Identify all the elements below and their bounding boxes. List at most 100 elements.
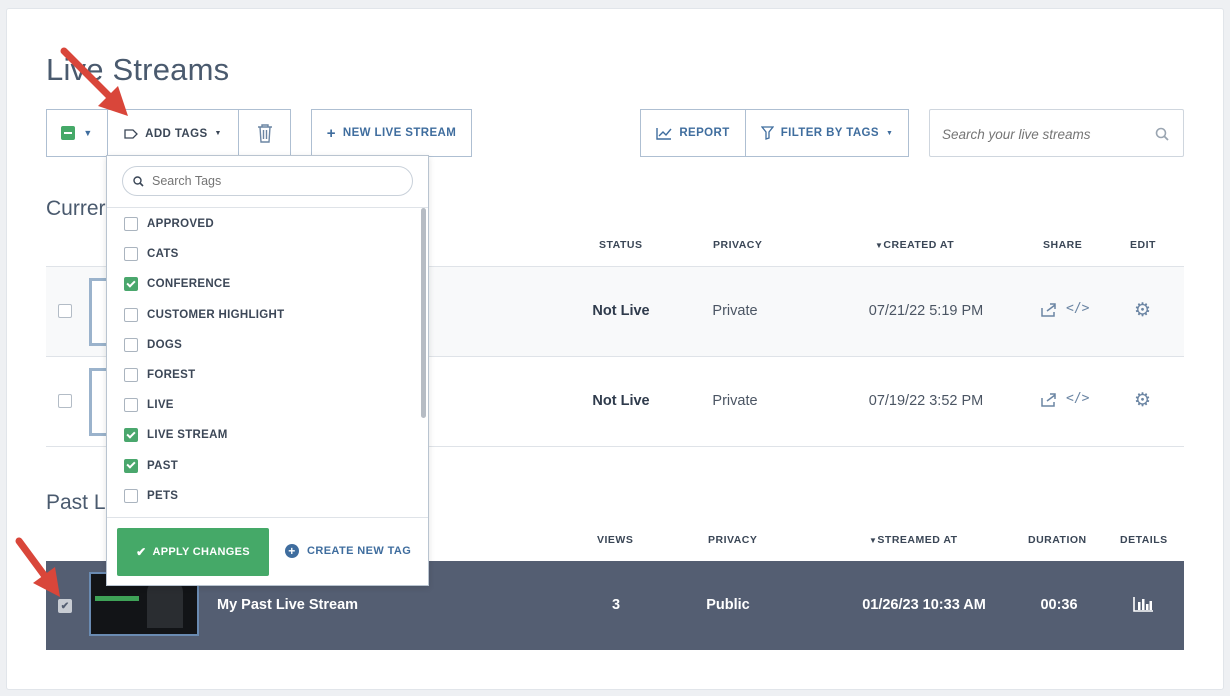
streamed-at-header[interactable]: ▼STREAMED AT bbox=[869, 534, 958, 546]
tag-option[interactable]: CUSTOMER HIGHLIGHT bbox=[124, 307, 285, 322]
tag-option[interactable]: CATS bbox=[124, 247, 179, 262]
tag-option[interactable]: APPROVED bbox=[124, 217, 214, 231]
tag-checkbox[interactable] bbox=[124, 398, 138, 413]
tag-label: APPROVED bbox=[147, 218, 214, 230]
new-live-stream-button[interactable]: + NEW LIVE STREAM bbox=[311, 109, 472, 157]
filter-by-tags-label: FILTER BY TAGS bbox=[780, 127, 879, 139]
bar-chart-icon[interactable] bbox=[1133, 596, 1154, 612]
gear-icon[interactable]: ⚙ bbox=[1134, 389, 1151, 412]
row-status: Not Live bbox=[592, 303, 650, 319]
share-header: SHARE bbox=[1043, 239, 1083, 251]
tag-option[interactable]: PAST bbox=[124, 458, 179, 473]
edit-header: EDIT bbox=[1130, 239, 1156, 251]
divider bbox=[107, 517, 428, 518]
status-header: STATUS bbox=[599, 239, 643, 251]
row-stream-name[interactable]: My Past Live Stream bbox=[217, 597, 358, 613]
check-icon: ✔ bbox=[136, 545, 147, 559]
gear-icon[interactable]: ⚙ bbox=[1134, 299, 1151, 322]
tag-option[interactable]: CONFERENCE bbox=[124, 277, 231, 292]
search-icon bbox=[133, 175, 144, 187]
add-tags-button[interactable]: ADD TAGS ▼ bbox=[107, 109, 239, 157]
created-at-header[interactable]: ▼CREATED AT bbox=[875, 239, 954, 251]
tag-label: LIVE STREAM bbox=[147, 429, 228, 442]
tag-checkbox[interactable] bbox=[124, 217, 138, 231]
tag-search-input[interactable] bbox=[152, 174, 392, 188]
apply-changes-label: APPLY CHANGES bbox=[152, 546, 250, 558]
row-checkbox[interactable] bbox=[58, 304, 72, 318]
tag-checkbox-checked[interactable] bbox=[124, 428, 138, 443]
funnel-icon bbox=[760, 126, 774, 140]
row-checkbox[interactable] bbox=[58, 394, 72, 408]
details-header: DETAILS bbox=[1120, 534, 1168, 546]
bulk-select-button[interactable]: ▼ bbox=[46, 109, 108, 157]
tag-label: CONFERENCE bbox=[147, 278, 231, 291]
row-status: Not Live bbox=[592, 393, 650, 409]
caret-down-icon: ▼ bbox=[885, 129, 894, 137]
stream-search-input[interactable] bbox=[942, 123, 1142, 145]
row-privacy: Private bbox=[712, 393, 758, 409]
check-icon: ✔ bbox=[60, 600, 70, 612]
tag-checkbox[interactable] bbox=[124, 247, 138, 262]
privacy-header: PRIVACY bbox=[708, 534, 758, 546]
current-section-title: Currer bbox=[46, 197, 106, 220]
new-live-stream-label: NEW LIVE STREAM bbox=[342, 127, 457, 139]
partial-checkbox-icon bbox=[61, 126, 76, 140]
privacy-header: PRIVACY bbox=[713, 239, 763, 251]
tag-checkbox[interactable] bbox=[124, 337, 138, 352]
report-button[interactable]: REPORT bbox=[640, 109, 746, 157]
tag-search-box[interactable] bbox=[122, 166, 413, 196]
tag-checkbox-checked[interactable] bbox=[124, 458, 138, 473]
trash-icon bbox=[257, 123, 272, 143]
stream-search-box[interactable] bbox=[929, 109, 1184, 157]
tag-label: PETS bbox=[147, 489, 179, 502]
row-checkbox-checked[interactable]: ✔ bbox=[58, 599, 72, 613]
row-privacy: Public bbox=[706, 597, 750, 613]
tag-label: FOREST bbox=[147, 369, 196, 381]
delete-button[interactable] bbox=[238, 109, 291, 157]
create-new-tag-button[interactable]: + CREATE NEW TAG bbox=[285, 544, 411, 558]
report-label: REPORT bbox=[679, 127, 730, 139]
tag-label: CUSTOMER HIGHLIGHT bbox=[147, 308, 285, 321]
create-new-tag-label: CREATE NEW TAG bbox=[307, 545, 412, 557]
row-created-at: 07/21/22 5:19 PM bbox=[868, 303, 984, 319]
search-icon[interactable] bbox=[1155, 127, 1169, 141]
plus-icon: + bbox=[326, 124, 336, 142]
share-icon[interactable] bbox=[1041, 393, 1057, 407]
tag-label: PAST bbox=[147, 459, 179, 472]
add-tags-label: ADD TAGS bbox=[145, 127, 208, 140]
tag-option[interactable]: DOGS bbox=[124, 337, 182, 352]
tag-option[interactable]: LIVE bbox=[124, 398, 174, 413]
tag-checkbox[interactable] bbox=[124, 307, 138, 322]
share-icon[interactable] bbox=[1041, 303, 1057, 317]
tag-option[interactable]: PETS bbox=[124, 488, 179, 503]
line-chart-icon bbox=[656, 127, 672, 140]
filter-by-tags-button[interactable]: FILTER BY TAGS ▼ bbox=[745, 109, 909, 157]
tags-dropdown: APPROVED CATS CONFERENCE CUSTOMER HIGHLIGHT… bbox=[106, 155, 429, 586]
row-duration: 00:36 bbox=[1040, 597, 1078, 613]
tag-checkbox-checked[interactable] bbox=[124, 277, 138, 292]
row-streamed-at: 01/26/23 10:33 AM bbox=[862, 597, 986, 613]
scrollbar[interactable] bbox=[421, 208, 426, 418]
apply-changes-button[interactable]: ✔ APPLY CHANGES bbox=[117, 528, 269, 576]
tag-option[interactable]: FOREST bbox=[124, 368, 195, 382]
tag-label: LIVE bbox=[147, 399, 174, 412]
streamed-at-label: STREAMED AT bbox=[877, 534, 958, 546]
page-title: Live Streams bbox=[46, 52, 230, 87]
caret-down-icon: ▼ bbox=[214, 130, 222, 137]
embed-code-icon[interactable]: </> bbox=[1066, 301, 1089, 316]
row-privacy: Private bbox=[712, 303, 758, 319]
embed-code-icon[interactable]: </> bbox=[1066, 391, 1089, 406]
thumbnail-figure bbox=[147, 580, 183, 628]
duration-header: DURATION bbox=[1028, 534, 1087, 546]
row-views: 3 bbox=[611, 597, 621, 613]
plus-circle-icon: + bbox=[285, 544, 299, 558]
tag-icon bbox=[124, 128, 139, 139]
divider bbox=[107, 207, 428, 208]
past-section-title: Past Li bbox=[46, 491, 111, 514]
created-at-label: CREATED AT bbox=[883, 239, 955, 251]
thumbnail-highlight bbox=[95, 596, 139, 601]
row-created-at: 07/19/22 3:52 PM bbox=[868, 393, 984, 409]
tag-option[interactable]: LIVE STREAM bbox=[124, 428, 228, 443]
tag-checkbox[interactable] bbox=[124, 488, 138, 503]
tag-checkbox[interactable] bbox=[124, 368, 138, 382]
